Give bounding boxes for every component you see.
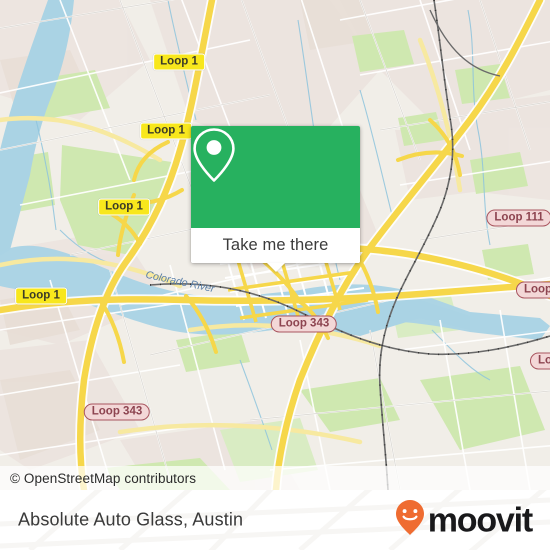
road-shield: Loop 1 <box>140 122 192 140</box>
moovit-pin-icon <box>394 499 426 542</box>
place-popup[interactable]: Take me there <box>191 126 360 272</box>
road-shield: Loop <box>515 281 550 299</box>
popup-image-area <box>191 126 360 228</box>
map-canvas[interactable]: Austin Colorado River Loop 1Loop 1Loop 1… <box>0 0 550 490</box>
road-shield: Loop 1 <box>15 287 67 305</box>
road-shield: Loop 1 <box>153 53 205 71</box>
place-name-label: Absolute Auto Glass, Austin <box>18 509 244 530</box>
map-screenshot: Austin Colorado River Loop 1Loop 1Loop 1… <box>0 0 550 550</box>
attribution-text: © OpenStreetMap contributors <box>10 470 197 486</box>
moovit-wordmark: moovit <box>427 501 533 539</box>
road-shield: Lo <box>529 352 550 370</box>
take-me-there-button[interactable]: Take me there <box>191 228 360 263</box>
footer-bar: Absolute Auto Glass, Austin moovit <box>0 490 550 550</box>
moovit-brand[interactable]: moovit <box>394 499 533 542</box>
road-shield: Loop 111 <box>486 209 550 227</box>
road-shield: Loop 1 <box>98 198 150 216</box>
popup-pointer <box>266 263 285 272</box>
road-shield: Loop 343 <box>83 403 151 421</box>
map-attribution: © OpenStreetMap contributors <box>0 466 550 490</box>
road-shield: Loop 343 <box>270 315 338 333</box>
